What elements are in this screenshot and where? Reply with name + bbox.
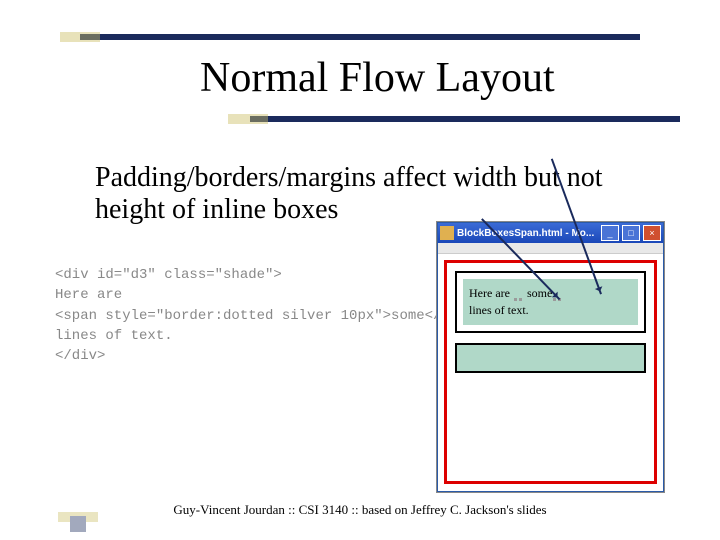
title-top-rule bbox=[80, 34, 640, 40]
browser-window: BlockBoxesSpan.html - Mo... _ □ × Here a… bbox=[437, 222, 664, 492]
body-text: Padding/borders/margins affect width but… bbox=[95, 162, 655, 226]
dotted-border-left-icon bbox=[513, 289, 527, 299]
maximize-button[interactable]: □ bbox=[622, 225, 640, 241]
content-box: Here are some lines of text. bbox=[455, 271, 646, 333]
code-line: Here are bbox=[55, 285, 483, 305]
code-line: lines of text. bbox=[55, 326, 483, 346]
title-block: Normal Flow Layout bbox=[60, 34, 680, 122]
code-block: <div id="d3" class="shade"> Here are <sp… bbox=[55, 265, 483, 366]
close-button[interactable]: × bbox=[643, 225, 661, 241]
code-line: <div id="d3" class="shade"> bbox=[55, 265, 483, 285]
outer-red-box: Here are some lines of text. bbox=[444, 260, 657, 484]
shade-box: Here are some lines of text. bbox=[463, 279, 638, 325]
slide: Normal Flow Layout Padding/borders/margi… bbox=[0, 0, 720, 540]
code-line: <span style="border:dotted silver 10px">… bbox=[55, 306, 483, 326]
minimize-button[interactable]: _ bbox=[601, 225, 619, 241]
title-top-accent bbox=[60, 32, 100, 42]
text-lines-of-text: lines of text. bbox=[469, 303, 529, 317]
title-bottom-rule bbox=[250, 116, 680, 122]
browser-toolbar bbox=[438, 243, 663, 254]
code-line: </div> bbox=[55, 346, 483, 366]
footer-text: Guy-Vincent Jourdan :: CSI 3140 :: based… bbox=[0, 502, 720, 518]
browser-titlebar: BlockBoxesSpan.html - Mo... _ □ × bbox=[438, 223, 663, 243]
app-icon bbox=[440, 226, 454, 240]
text-here-are: Here are bbox=[469, 286, 513, 300]
title-bottom-accent bbox=[228, 114, 268, 124]
empty-box bbox=[455, 343, 646, 373]
slide-title: Normal Flow Layout bbox=[200, 54, 680, 102]
